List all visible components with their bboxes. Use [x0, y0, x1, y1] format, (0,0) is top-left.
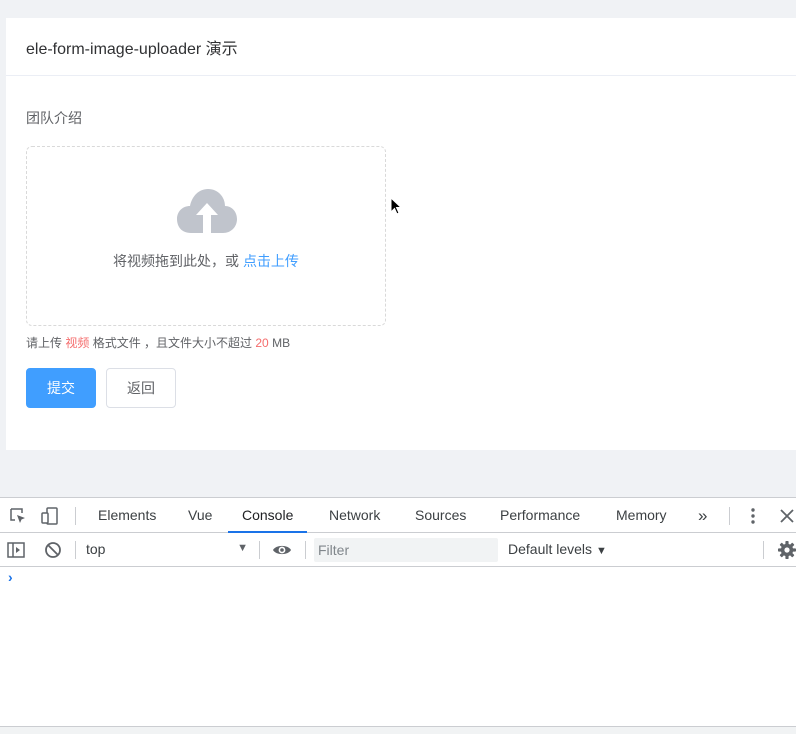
log-levels-dropdown[interactable]: Default levels ▼	[508, 541, 607, 557]
filter-input[interactable]: Filter	[314, 538, 498, 562]
toolbar-divider	[763, 541, 764, 559]
clear-console-icon[interactable]	[43, 540, 63, 560]
eye-icon[interactable]	[272, 540, 292, 560]
tab-elements[interactable]: Elements	[96, 498, 158, 533]
card-header: ele-form-image-uploader 演示	[6, 18, 796, 76]
back-button[interactable]: 返回	[106, 368, 176, 408]
tab-vue[interactable]: Vue	[186, 498, 214, 533]
toolbar-divider	[729, 507, 730, 525]
console-prompt-icon[interactable]: ›	[8, 569, 13, 585]
dropzone-text: 将视频拖到此处，或 点击上传	[27, 251, 385, 271]
tip-suffix: MB	[268, 336, 291, 350]
devtools-tabbar: Elements Vue Console Network Sources Per…	[0, 498, 796, 533]
inspect-element-icon[interactable]	[8, 506, 28, 526]
mouse-cursor-icon	[390, 197, 402, 215]
dropdown-arrow-icon: ▼	[596, 545, 607, 557]
tip-file-type: 视频	[65, 336, 90, 350]
kebab-menu-icon[interactable]	[743, 506, 763, 526]
context-value: top	[86, 541, 106, 557]
toolbar-divider	[259, 541, 260, 559]
show-sidebar-icon[interactable]	[6, 540, 26, 560]
log-levels-label: Default levels	[508, 541, 593, 557]
tab-network[interactable]: Network	[327, 498, 382, 533]
tab-performance[interactable]: Performance	[498, 498, 582, 533]
tip-file-size: 20	[255, 336, 269, 350]
close-icon[interactable]	[777, 506, 796, 526]
dropzone-hint: 将视频拖到此处，或	[113, 253, 243, 269]
toolbar-divider	[75, 507, 76, 525]
submit-button[interactable]: 提交	[26, 368, 96, 408]
tab-console[interactable]: Console	[228, 498, 308, 533]
field-label: 团队介绍	[26, 110, 82, 126]
upload-dropzone[interactable]: 将视频拖到此处，或 点击上传	[26, 146, 386, 326]
gear-icon[interactable]	[777, 540, 796, 560]
click-upload-link[interactable]: 点击上传	[243, 253, 299, 269]
context-select[interactable]: top ▼	[86, 541, 250, 559]
upload-tip: 请上传 视频 格式文件 ，且文件大小不超过 20 MB	[26, 334, 290, 351]
toolbar-divider	[305, 541, 306, 559]
tip-middle: 格式文件 ，且文件大小不超过	[89, 336, 256, 350]
upload-cloud-icon	[177, 189, 237, 233]
device-toolbar-icon[interactable]	[40, 506, 60, 526]
tab-memory[interactable]: Memory	[614, 498, 669, 533]
devtools-panel: Elements Vue Console Network Sources Per…	[0, 497, 796, 734]
uploader-card: ele-form-image-uploader 演示 团队介绍 将视频拖到此处，…	[6, 18, 796, 450]
tab-sources[interactable]: Sources	[413, 498, 468, 533]
dropdown-arrow-icon: ▼	[237, 542, 248, 554]
tip-prefix: 请上传	[26, 336, 66, 350]
console-toolbar: top ▼ Filter Default levels ▼	[0, 533, 796, 567]
drawer-bar	[0, 726, 796, 734]
toolbar-divider	[75, 541, 76, 559]
more-tabs-button[interactable]: »	[696, 498, 709, 533]
page-title: ele-form-image-uploader 演示	[26, 40, 238, 58]
